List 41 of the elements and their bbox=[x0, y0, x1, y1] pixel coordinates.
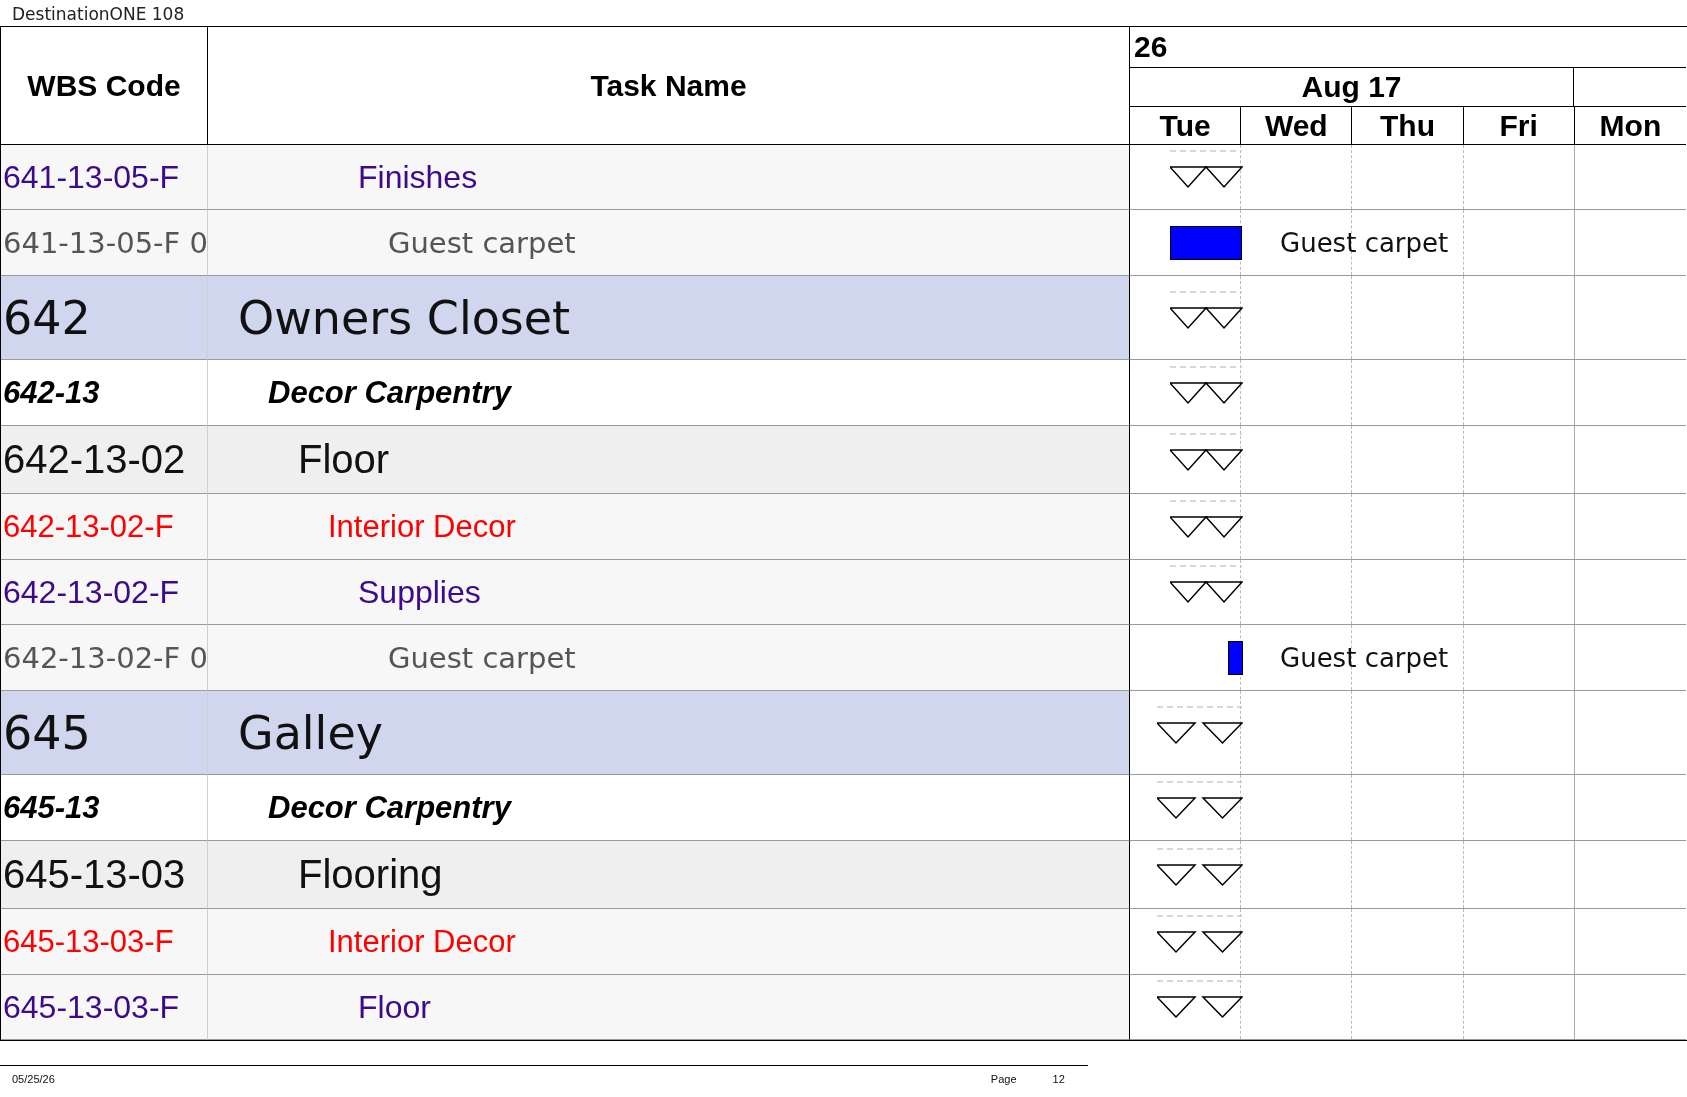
day-label: Thu bbox=[1380, 108, 1435, 143]
task-name: Flooring bbox=[297, 852, 443, 897]
task-name: Decor Carpentry bbox=[267, 789, 511, 826]
day-label: Wed bbox=[1264, 108, 1328, 143]
wbs-code: 645-13-03 bbox=[2, 852, 186, 897]
task-name: Guest carpet bbox=[387, 225, 576, 260]
column-header: WBS Code bbox=[27, 68, 181, 103]
report-title: DestinationONE 108 bbox=[11, 3, 186, 26]
page-number: 12 bbox=[1052, 1073, 1065, 1085]
print-date: 05/25/26 bbox=[12, 1073, 55, 1085]
wbs-code: 642-13-02-F bbox=[2, 573, 180, 611]
wbs-code: 645-13-03-F bbox=[2, 988, 180, 1026]
wbs-code: 642-13 bbox=[2, 374, 100, 411]
task-name: Decor Carpentry bbox=[267, 374, 511, 411]
task-name: Owners Closet bbox=[237, 290, 571, 345]
wbs-code: 641-13-05-F 0 bbox=[2, 225, 208, 260]
task-name: Floor bbox=[297, 437, 390, 482]
wbs-code: 641-13-05-F bbox=[2, 158, 180, 196]
wbs-code: 645-13-03-F bbox=[2, 923, 174, 960]
wbs-code: 642-13-02-F bbox=[2, 508, 174, 545]
year-label: 26 bbox=[1134, 30, 1168, 64]
task-name: Interior Decor bbox=[327, 508, 516, 545]
wbs-code: 642-13-02 bbox=[2, 437, 186, 482]
column-header: Task Name bbox=[590, 68, 747, 103]
day-label: Fri bbox=[1499, 108, 1538, 143]
task-name: Galley bbox=[237, 705, 383, 760]
task-name: Floor bbox=[357, 988, 431, 1026]
wbs-code: 642-13-02-F 0 bbox=[2, 640, 208, 675]
page-label: Page bbox=[990, 1073, 1017, 1085]
task-name: Supplies bbox=[357, 573, 481, 611]
task-name: Finishes bbox=[357, 158, 478, 196]
wbs-code: 645-13 bbox=[2, 789, 100, 826]
week-label: Aug 17 bbox=[1301, 70, 1402, 104]
day-label: Tue bbox=[1159, 108, 1211, 143]
bar-label: Guest carpet bbox=[1280, 227, 1449, 258]
wbs-code: 645 bbox=[2, 705, 91, 760]
bar-label: Guest carpet bbox=[1280, 642, 1449, 673]
task-name: Interior Decor bbox=[327, 923, 516, 960]
wbs-code: 642 bbox=[2, 290, 91, 345]
day-label: Mon bbox=[1599, 108, 1662, 143]
task-name: Guest carpet bbox=[387, 640, 576, 675]
